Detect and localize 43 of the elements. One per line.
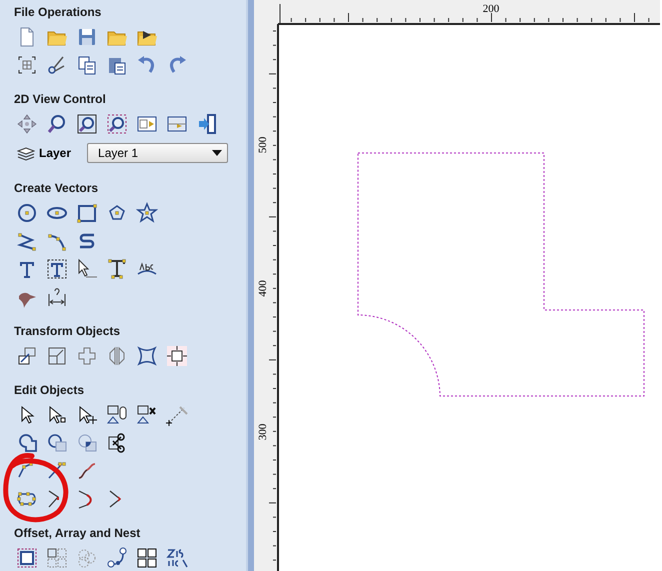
chain-nodes-icon[interactable] bbox=[106, 547, 128, 569]
ruler-label: 300 bbox=[257, 424, 269, 440]
subtract-shapes-icon[interactable] bbox=[46, 432, 68, 454]
caret-icon bbox=[212, 150, 222, 156]
offset-square-icon[interactable] bbox=[16, 547, 38, 569]
magnifier-dashed-icon[interactable] bbox=[106, 113, 128, 135]
ruler-label: 200 bbox=[482, 3, 500, 15]
cross-shape-icon[interactable] bbox=[76, 345, 98, 367]
i-beam-icon[interactable] bbox=[106, 258, 128, 280]
select-frame-icon[interactable] bbox=[16, 54, 38, 76]
union-shapes-icon[interactable] bbox=[16, 432, 38, 454]
ruler-label: 400 bbox=[257, 280, 269, 297]
circle-icon[interactable] bbox=[16, 202, 38, 224]
move-arrows-icon[interactable] bbox=[16, 113, 38, 135]
star-icon[interactable] bbox=[136, 202, 158, 224]
section-title: 2D View Control bbox=[14, 91, 107, 107]
section-title: Transform Objects bbox=[14, 323, 122, 339]
dimension-icon[interactable] bbox=[46, 286, 68, 308]
layer-label: Layer bbox=[39, 146, 72, 160]
copy-icon[interactable] bbox=[76, 54, 98, 76]
move-squares-icon[interactable] bbox=[16, 345, 38, 367]
smooth-curve-icon[interactable] bbox=[76, 460, 98, 482]
section-title: Edit Objects bbox=[14, 382, 86, 398]
letter-t-frame-icon[interactable] bbox=[46, 258, 68, 280]
intersect-shapes-icon[interactable] bbox=[76, 432, 98, 454]
group-icon[interactable] bbox=[106, 404, 128, 426]
letter-grid-icon[interactable] bbox=[136, 547, 158, 569]
align-center-icon[interactable] bbox=[166, 345, 188, 367]
section-title: Offset, Array and Nest bbox=[14, 525, 142, 541]
section-title: Create Vectors bbox=[14, 180, 100, 196]
scale-square-icon[interactable] bbox=[46, 345, 68, 367]
ruler-label: 500 bbox=[257, 136, 269, 154]
magnifier-icon[interactable] bbox=[46, 113, 68, 135]
section-title: File Operations bbox=[14, 4, 102, 20]
array-grid-icon[interactable] bbox=[46, 547, 68, 569]
zigzag-line-icon[interactable] bbox=[16, 230, 38, 252]
measure-line-icon[interactable] bbox=[166, 404, 188, 426]
rectangle-icon[interactable] bbox=[76, 202, 98, 224]
cursor-text-icon[interactable] bbox=[76, 258, 98, 280]
panel-exit-icon[interactable] bbox=[196, 113, 218, 135]
ungroup-icon[interactable] bbox=[136, 404, 158, 426]
layer-dropdown[interactable]: Layer 1 bbox=[87, 143, 228, 163]
magnifier-frame-icon[interactable] bbox=[76, 113, 98, 135]
